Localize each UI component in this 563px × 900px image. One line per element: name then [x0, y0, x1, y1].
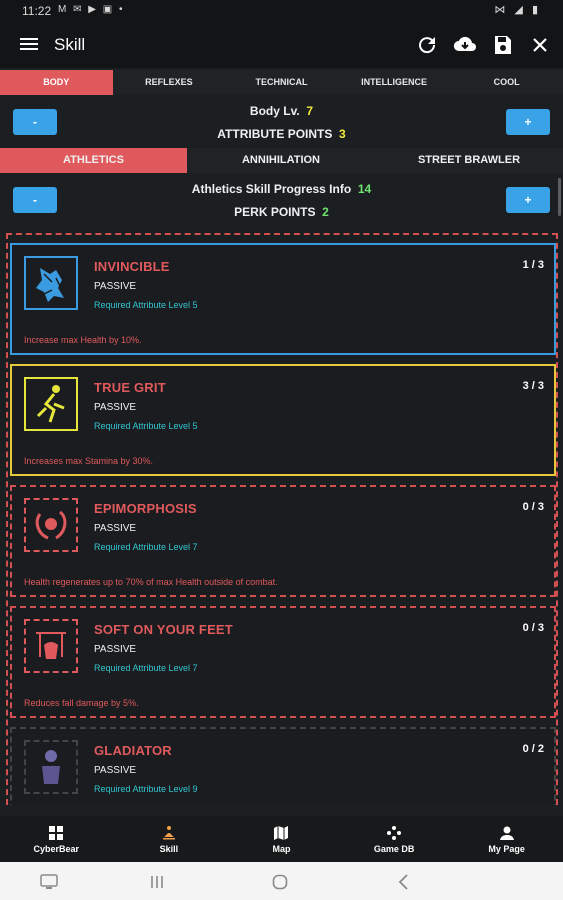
screenshot-icon[interactable]: [40, 874, 58, 890]
tab-street-brawler[interactable]: STREET BRAWLER: [375, 148, 563, 173]
perk-name: GLADIATOR: [94, 743, 172, 758]
skill-progress-row: - Athletics Skill Progress Info 14 PERK …: [0, 180, 563, 224]
tab-body[interactable]: BODY: [0, 70, 113, 95]
attribute-tabs: BODY REFLEXES TECHNICAL INTELLIGENCE COO…: [0, 70, 563, 95]
nav-label: My Page: [488, 844, 525, 854]
perk-points: PERK POINTS 2: [0, 205, 563, 219]
perk-requirement: Required Attribute Level 9: [94, 784, 198, 794]
perk-rank: 1 / 3: [522, 259, 544, 271]
gladiator-icon: [24, 740, 78, 794]
perk-card-gladiator[interactable]: GLADIATOR PASSIVE Required Attribute Lev…: [10, 727, 556, 805]
person-icon: [499, 826, 514, 840]
menu-icon[interactable]: [20, 35, 38, 55]
perk-rank: 3 / 3: [522, 380, 544, 392]
notification-icons: M ✉ ▶ ▣ •: [58, 4, 125, 15]
perk-points-label: PERK POINTS: [234, 205, 316, 219]
skill-tabs: ATHLETICS ANNIHILATION STREET BRAWLER: [0, 148, 563, 173]
perk-type: PASSIVE: [94, 281, 137, 292]
perk-card-invincible[interactable]: INVINCIBLE PASSIVE Required Attribute Le…: [10, 243, 556, 355]
attribute-level-row: - Body Lv. 7 ATTRIBUTE POINTS 3 +: [0, 100, 563, 144]
perk-list: INVINCIBLE PASSIVE Required Attribute Le…: [6, 233, 558, 805]
skill-progress: Athletics Skill Progress Info 14: [0, 182, 563, 196]
perk-card-epimorphosis[interactable]: EPIMORPHOSIS PASSIVE Required Attribute …: [10, 485, 556, 597]
skill-progress-value: 14: [357, 182, 372, 196]
nav-skill[interactable]: Skill: [113, 816, 226, 862]
skill-plus-button[interactable]: +: [506, 187, 550, 213]
nav-my-page[interactable]: My Page: [450, 816, 563, 862]
invincible-icon: [24, 256, 78, 310]
nav-label: Map: [272, 844, 291, 854]
nav-map[interactable]: Map: [225, 816, 338, 862]
perk-name: INVINCIBLE: [94, 259, 170, 274]
epimorphosis-icon: [24, 498, 78, 552]
status-bar: 11:22 M ✉ ▶ ▣ • ⋈ ◢ ▮: [0, 0, 563, 22]
perk-description: Increase max Health by 10%.: [24, 335, 142, 345]
nav-label: CyberBear: [33, 844, 80, 854]
nav-cyberbear[interactable]: CyberBear: [0, 816, 113, 862]
perk-rank: 0 / 2: [522, 743, 544, 755]
meditation-icon: [162, 826, 175, 840]
grid-icon: [49, 826, 64, 840]
body-level-label: Body Lv.: [249, 104, 300, 118]
perk-type: PASSIVE: [94, 402, 137, 413]
perk-description: Increases max Stamina by 30%.: [24, 456, 154, 466]
perk-description: Health regenerates up to 70% of max Heal…: [24, 577, 278, 587]
page-title: Skill: [54, 35, 86, 54]
perk-requirement: Required Attribute Level 7: [94, 542, 198, 552]
status-time: 11:22: [22, 4, 52, 18]
nav-label: Skill: [159, 844, 179, 854]
nav-game-db[interactable]: Game DB: [338, 816, 451, 862]
scrollbar-thumb[interactable]: [558, 178, 561, 216]
cloud-download-icon[interactable]: [453, 33, 477, 57]
perk-card-soft-on-your-feet[interactable]: SOFT ON YOUR FEET PASSIVE Required Attri…: [10, 606, 556, 718]
perk-requirement: Required Attribute Level 5: [94, 300, 198, 310]
perk-requirement: Required Attribute Level 5: [94, 421, 198, 431]
tab-technical[interactable]: TECHNICAL: [225, 70, 338, 95]
attribute-points-label: ATTRIBUTE POINTS: [217, 127, 333, 141]
skill-progress-label: Athletics Skill Progress Info: [191, 182, 352, 196]
perk-rank: 0 / 3: [522, 501, 544, 513]
bottom-navigation: CyberBear Skill Map Game DB My Page: [0, 816, 563, 862]
attribute-plus-button[interactable]: +: [506, 109, 550, 135]
back-icon[interactable]: [398, 874, 410, 890]
true-grit-icon: [24, 377, 78, 431]
app-bar: Skill: [0, 22, 563, 68]
save-icon[interactable]: [491, 33, 515, 57]
perk-name: TRUE GRIT: [94, 380, 166, 395]
perk-requirement: Required Attribute Level 7: [94, 663, 198, 673]
body-level: Body Lv. 7: [0, 104, 563, 118]
map-icon: [274, 826, 289, 840]
close-icon[interactable]: [528, 33, 552, 57]
tab-intelligence[interactable]: INTELLIGENCE: [338, 70, 451, 95]
nav-label: Game DB: [373, 844, 415, 854]
refresh-icon[interactable]: [415, 33, 439, 57]
tab-reflexes[interactable]: REFLEXES: [113, 70, 226, 95]
perk-card-true-grit[interactable]: TRUE GRIT PASSIVE Required Attribute Lev…: [10, 364, 556, 476]
perk-points-value: 2: [322, 205, 329, 219]
attribute-points: ATTRIBUTE POINTS 3: [0, 127, 563, 141]
tab-cool[interactable]: COOL: [450, 70, 563, 95]
perk-rank: 0 / 3: [522, 622, 544, 634]
recent-apps-icon[interactable]: [150, 875, 164, 889]
tab-annihilation[interactable]: ANNIHILATION: [187, 148, 375, 173]
soft-feet-icon: [24, 619, 78, 673]
body-level-value: 7: [306, 104, 314, 118]
perk-type: PASSIVE: [94, 765, 137, 776]
perk-type: PASSIVE: [94, 644, 137, 655]
system-status-icons: ⋈ ◢ ▮: [494, 4, 541, 16]
perk-name: EPIMORPHOSIS: [94, 501, 197, 516]
gamepad-icon: [387, 826, 402, 840]
attribute-points-value: 3: [339, 127, 346, 141]
home-icon[interactable]: [272, 874, 288, 890]
tab-athletics[interactable]: ATHLETICS: [0, 148, 187, 173]
perk-name: SOFT ON YOUR FEET: [94, 622, 233, 637]
perk-description: Reduces fall damage by 5%.: [24, 698, 139, 708]
system-navigation-bar: [0, 862, 563, 900]
perk-type: PASSIVE: [94, 523, 137, 534]
